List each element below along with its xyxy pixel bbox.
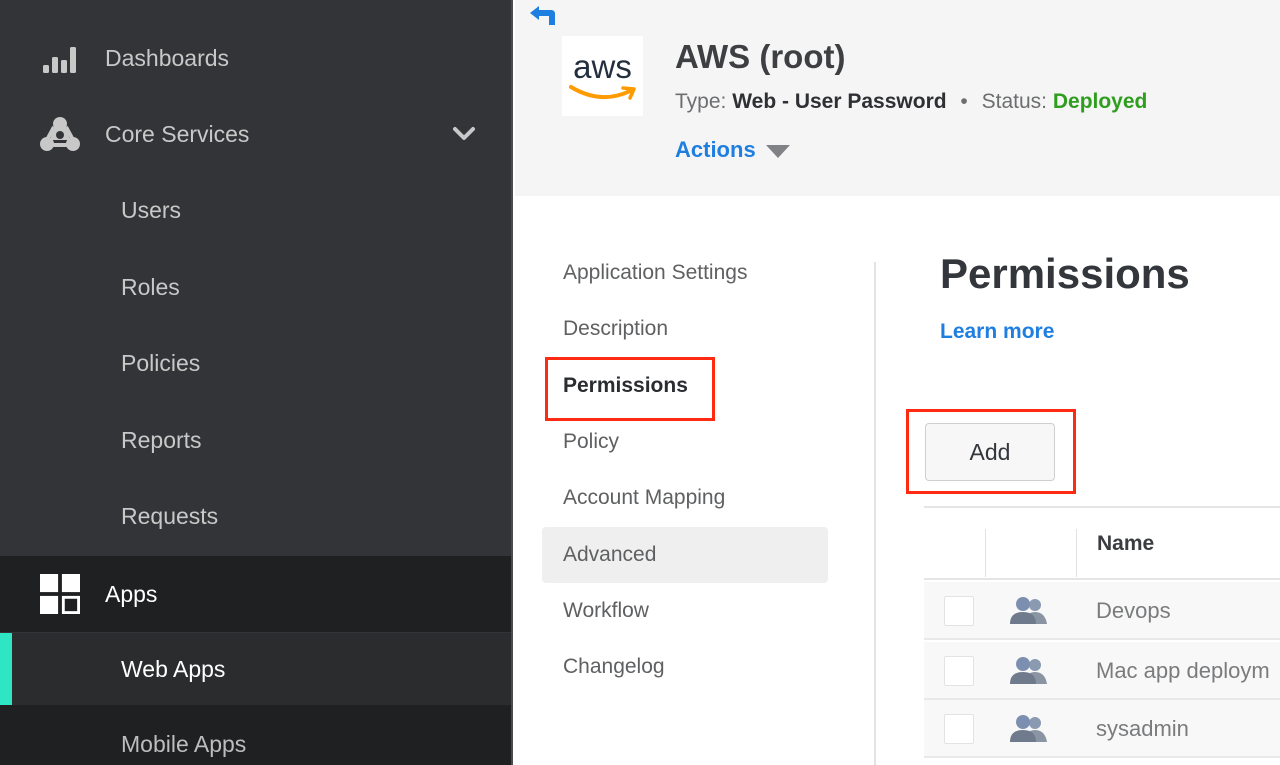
- subnav-application-settings[interactable]: Application Settings: [542, 245, 828, 301]
- table-row[interactable]: sysadmin: [924, 700, 1280, 758]
- smile-arrow-icon: [568, 84, 636, 100]
- caret-down-icon: [765, 144, 790, 158]
- table-row[interactable]: Devops: [924, 582, 1280, 640]
- sidebar-item-apps[interactable]: Apps: [0, 556, 511, 632]
- subnav-advanced[interactable]: Advanced: [542, 527, 828, 583]
- bar-chart-icon: [40, 38, 80, 78]
- row-checkbox[interactable]: [944, 596, 974, 626]
- sidebar-item-policies[interactable]: Policies: [0, 325, 511, 401]
- row-checkbox[interactable]: [944, 656, 974, 686]
- sidebar-item-label: Mobile Apps: [121, 731, 247, 757]
- sidebar-item-requests[interactable]: Requests: [0, 478, 511, 554]
- app-meta: Type: Web - User Password • Status: Depl…: [675, 90, 1147, 114]
- sidebar-item-label: Web Apps: [121, 655, 226, 682]
- group-icon: [1009, 657, 1049, 685]
- add-button[interactable]: Add: [925, 423, 1055, 481]
- learn-more-link[interactable]: Learn more: [940, 320, 1054, 344]
- column-separator: [1076, 529, 1077, 577]
- app-header: aws AWS (root) Type: Web - User Password…: [515, 0, 1280, 196]
- table-header-row: Name: [924, 508, 1280, 580]
- chevron-down-icon[interactable]: [450, 120, 478, 148]
- column-header-name[interactable]: Name: [1097, 532, 1154, 556]
- sidebar-item-dashboards[interactable]: Dashboards: [0, 20, 511, 96]
- sidebar-item-label: Policies: [121, 349, 201, 376]
- actions-label: Actions: [675, 137, 756, 162]
- sidebar-item-label: Roles: [121, 273, 180, 300]
- sidebar-item-reports[interactable]: Reports: [0, 402, 511, 478]
- subnav-account-mapping[interactable]: Account Mapping: [542, 470, 828, 526]
- sidebar-item-core-services[interactable]: Core Services: [0, 96, 511, 172]
- sidebar-item-roles[interactable]: Roles: [0, 249, 511, 325]
- status-badge: Deployed: [1052, 90, 1148, 113]
- status-label: Status:: [981, 90, 1047, 113]
- subnav-description[interactable]: Description: [542, 301, 828, 357]
- column-separator: [985, 529, 986, 577]
- sidebar: Dashboards Core Services Users Roles Pol…: [0, 0, 513, 765]
- row-checkbox[interactable]: [944, 714, 974, 744]
- core-services-icon: [40, 114, 80, 154]
- subnav-policy[interactable]: Policy: [542, 414, 828, 470]
- group-icon: [1009, 597, 1049, 625]
- sidebar-item-label: Apps: [105, 580, 158, 607]
- logo-text: aws: [573, 47, 632, 85]
- app-title: AWS (root): [675, 38, 846, 75]
- sidebar-item-mobile-apps[interactable]: Mobile Apps: [0, 705, 511, 765]
- row-name: sysadmin: [1096, 716, 1189, 741]
- row-name: Devops: [1096, 598, 1171, 623]
- meta-separator: •: [960, 90, 968, 113]
- group-icon: [1009, 715, 1049, 743]
- sidebar-item-label: Users: [121, 196, 182, 223]
- page-title: Permissions: [940, 250, 1190, 297]
- sidebar-item-label: Dashboards: [105, 44, 230, 71]
- subnav-divider: [874, 262, 876, 765]
- sidebar-item-web-apps[interactable]: Web Apps: [0, 633, 511, 705]
- subnav-workflow[interactable]: Workflow: [542, 583, 828, 639]
- type-value: Web - User Password: [732, 90, 947, 113]
- table-row[interactable]: Mac app deploym: [924, 642, 1280, 700]
- subnav-changelog[interactable]: Changelog: [542, 639, 828, 695]
- sidebar-item-label: Core Services: [105, 120, 250, 147]
- row-name: Mac app deploym: [1096, 658, 1270, 683]
- apps-grid-icon: [40, 574, 80, 614]
- sidebar-item-label: Requests: [121, 502, 219, 529]
- app-logo: aws: [562, 36, 643, 116]
- sidebar-item-label: Reports: [121, 426, 202, 453]
- type-label: Type:: [675, 90, 727, 113]
- back-arrow-icon[interactable]: [529, 5, 557, 27]
- subnav-permissions[interactable]: Permissions: [542, 358, 828, 414]
- sidebar-item-users[interactable]: Users: [0, 172, 511, 248]
- actions-dropdown[interactable]: Actions: [675, 137, 790, 163]
